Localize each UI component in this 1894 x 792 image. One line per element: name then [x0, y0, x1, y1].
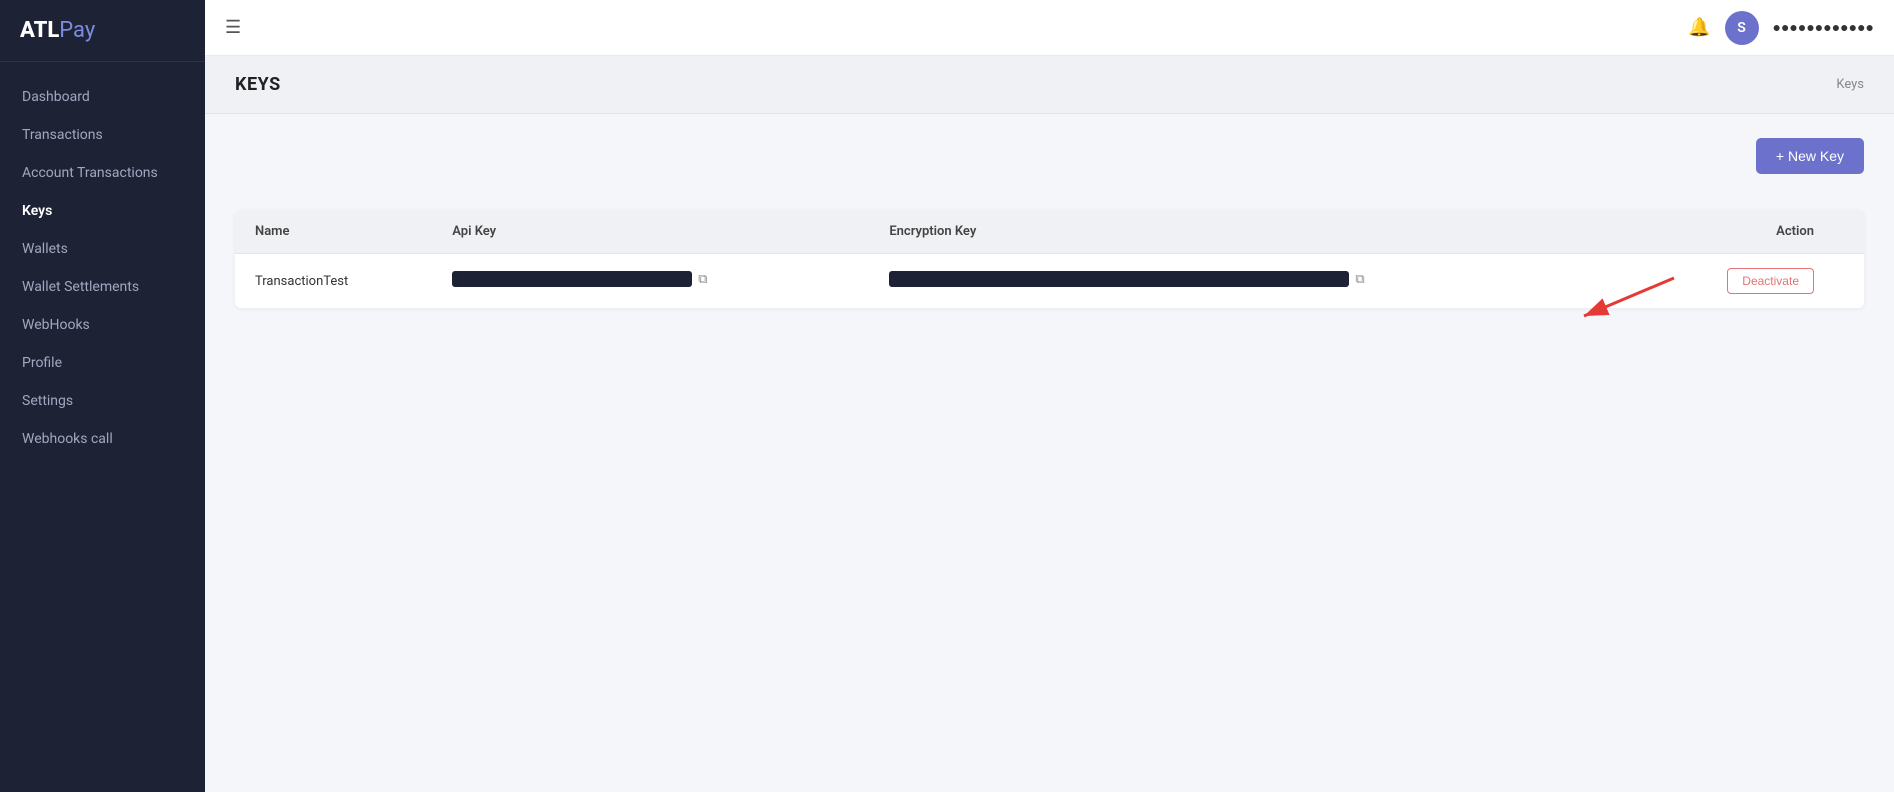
sidebar-item-account-transactions[interactable]: Account Transactions — [0, 154, 205, 192]
sidebar-item-settings[interactable]: Settings — [0, 382, 205, 420]
user-name: ●●●●●●●●●●●● — [1773, 19, 1874, 36]
logo-pay: Pay — [59, 18, 95, 43]
col-name: Name — [235, 210, 432, 254]
new-key-button[interactable]: + New Key — [1756, 138, 1864, 174]
copy-api-key-icon[interactable]: ⧉ — [698, 272, 707, 287]
sidebar-item-webhooks[interactable]: WebHooks — [0, 306, 205, 344]
content-area: + New Key Name — [205, 114, 1894, 332]
sidebar-item-dashboard[interactable]: Dashboard — [0, 78, 205, 116]
copy-encryption-key-icon[interactable]: ⧉ — [1355, 272, 1364, 287]
deactivate-button[interactable]: Deactivate — [1727, 268, 1814, 294]
breadcrumb: Keys — [1836, 77, 1864, 92]
main-content: ☰ 🔔 S ●●●●●●●●●●●● KEYS Keys + New Key — [205, 0, 1894, 792]
encryption-key-bar — [889, 271, 1349, 287]
api-key-bar — [452, 271, 692, 287]
col-action: Action — [1632, 210, 1864, 254]
topbar-right: 🔔 S ●●●●●●●●●●●● — [1688, 11, 1874, 45]
table-row: TransactionTest ⧉ ⧉ — [235, 254, 1864, 309]
user-avatar[interactable]: S — [1725, 11, 1759, 45]
table-header: Name Api Key Encryption Key Action — [235, 210, 1864, 254]
col-api-key: Api Key — [432, 210, 869, 254]
sidebar-item-wallets[interactable]: Wallets — [0, 230, 205, 268]
topbar-left: ☰ — [225, 17, 241, 38]
keys-table: Name Api Key Encryption Key Action Trans… — [235, 210, 1864, 308]
sidebar-item-wallet-settlements[interactable]: Wallet Settlements — [0, 268, 205, 306]
row-action: Deactivate — [1632, 254, 1864, 309]
sidebar: ATL Pay Dashboard Transactions Account T… — [0, 0, 205, 792]
logo-atl: ATL — [20, 18, 59, 43]
hamburger-icon[interactable]: ☰ — [225, 17, 241, 38]
row-name: TransactionTest — [235, 254, 432, 309]
table-body: TransactionTest ⧉ ⧉ — [235, 254, 1864, 309]
col-encryption-key: Encryption Key — [869, 210, 1632, 254]
page-header: KEYS Keys — [205, 56, 1894, 114]
sidebar-item-webhooks-call[interactable]: Webhooks call — [0, 420, 205, 458]
row-encryption-key: ⧉ — [869, 254, 1632, 309]
bell-icon[interactable]: 🔔 — [1688, 17, 1710, 38]
api-key-masked: ⧉ — [452, 271, 707, 287]
sidebar-nav: Dashboard Transactions Account Transacti… — [0, 62, 205, 792]
page-content: KEYS Keys + New Key — [205, 56, 1894, 792]
top-action-row: + New Key — [235, 138, 1864, 194]
logo: ATL Pay — [0, 0, 205, 62]
sidebar-item-transactions[interactable]: Transactions — [0, 116, 205, 154]
encryption-key-masked: ⧉ — [889, 271, 1364, 287]
sidebar-item-profile[interactable]: Profile — [0, 344, 205, 382]
row-api-key: ⧉ — [432, 254, 869, 309]
sidebar-item-keys[interactable]: Keys — [0, 192, 205, 230]
topbar: ☰ 🔔 S ●●●●●●●●●●●● — [205, 0, 1894, 56]
table-container: Name Api Key Encryption Key Action Trans… — [235, 210, 1864, 308]
page-title: KEYS — [235, 74, 281, 95]
